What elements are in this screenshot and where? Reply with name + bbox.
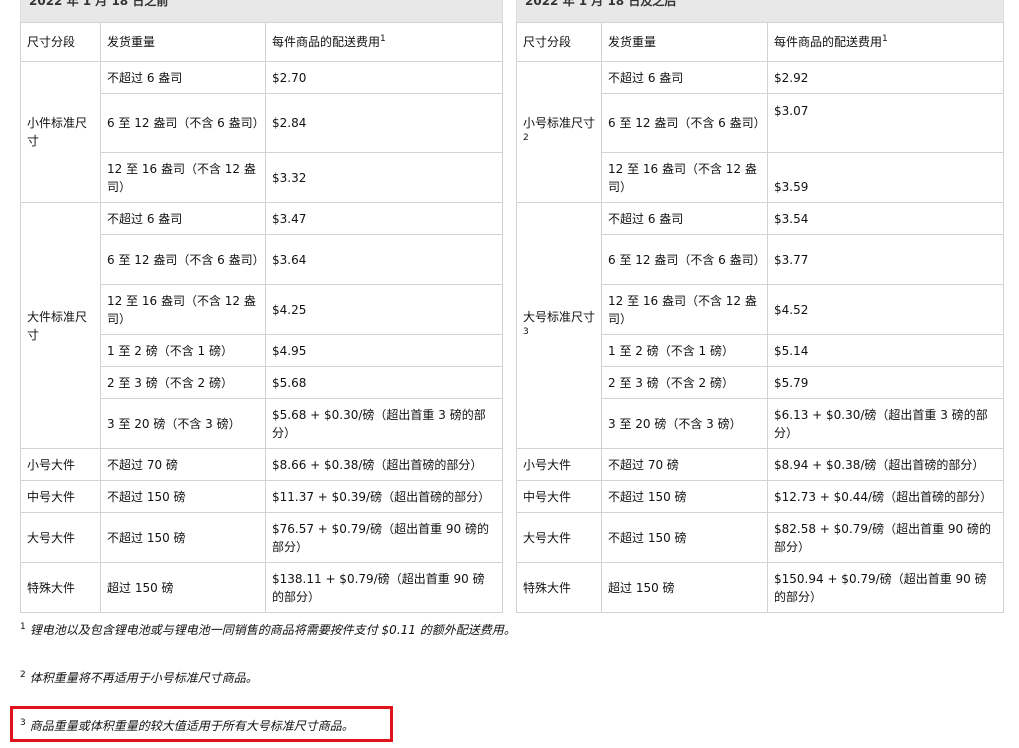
panel-title: 2022 年 1 月 18 日之前 <box>20 0 503 22</box>
tier-label: 小件标准尺寸 <box>20 61 101 203</box>
tier-label: 大件标准尺寸 <box>20 202 101 449</box>
fee-table: 尺寸分段 发货重量 每件商品的配送费用1 小号标准尺寸2 不超过 6 盎司 $2… <box>516 22 1004 613</box>
weight-cell: 不超过 6 盎司 <box>100 202 266 235</box>
fee-cell: $5.68 + $0.30/磅（超出首重 3 磅的部分） <box>265 398 503 449</box>
weight-cell: 12 至 16 盎司（不含 12 盎司） <box>100 284 266 335</box>
fee-cell: $138.11 + $0.79/磅（超出首重 90 磅的部分） <box>265 562 503 613</box>
tier-label: 小号大件 <box>20 448 101 481</box>
table-row: 中号大件 不超过 150 磅 $12.73 + $0.44/磅（超出首磅的部分） <box>516 480 1004 513</box>
header-weight: 发货重量 <box>100 22 266 62</box>
weight-cell: 12 至 16 盎司（不含 12 盎司） <box>100 152 266 203</box>
fee-cell: $2.92 <box>767 61 1004 94</box>
weight-cell: 2 至 3 磅（不含 2 磅） <box>601 366 768 399</box>
fee-cell: $3.32 <box>265 152 503 203</box>
weight-cell: 不超过 150 磅 <box>100 480 266 513</box>
fee-cell: $3.59 <box>767 152 1004 203</box>
fee-cell: $150.94 + $0.79/磅（超出首重 90 磅的部分） <box>767 562 1004 613</box>
table-row: 特殊大件 超过 150 磅 $138.11 + $0.79/磅（超出首重 90 … <box>20 562 503 613</box>
highlight-box <box>10 706 393 742</box>
tier-label: 特殊大件 <box>20 562 101 613</box>
weight-cell: 不超过 6 盎司 <box>601 61 768 94</box>
table-row: 小件标准尺寸 不超过 6 盎司 $2.70 <box>20 61 503 203</box>
fee-cell: $3.54 <box>767 202 1004 235</box>
fee-cell: $3.77 <box>767 234 1004 285</box>
weight-cell: 不超过 6 盎司 <box>601 202 768 235</box>
table-row: 大件标准尺寸 不超过 6 盎司 $3.47 <box>20 202 503 449</box>
tier-label: 小号标准尺寸2 <box>516 61 602 203</box>
weight-cell: 不超过 150 磅 <box>601 512 768 563</box>
fee-cell: $5.79 <box>767 366 1004 399</box>
fee-cell: $12.73 + $0.44/磅（超出首磅的部分） <box>767 480 1004 513</box>
tier-label: 小号大件 <box>516 448 602 481</box>
weight-cell: 3 至 20 磅（不含 3 磅） <box>100 398 266 449</box>
weight-cell: 1 至 2 磅（不含 1 磅） <box>100 334 266 367</box>
weight-cell: 不超过 6 盎司 <box>100 61 266 94</box>
footnote-1: 1 锂电池以及包含锂电池或与锂电池一同销售的商品将需要按件支付 $0.11 的额外… <box>20 622 516 638</box>
weight-cell: 12 至 16 盎司（不含 12 盎司） <box>601 284 768 335</box>
table-row: 小号大件 不超过 70 磅 $8.94 + $0.38/磅（超出首磅的部分） <box>516 448 1004 481</box>
fee-cell: $3.64 <box>265 234 503 285</box>
panel-title: 2022 年 1 月 18 日及之后 <box>516 0 1004 22</box>
weight-cell: 不超过 150 磅 <box>100 512 266 563</box>
weight-cell: 2 至 3 磅（不含 2 磅） <box>100 366 266 399</box>
footnote-2: 2 体积重量将不再适用于小号标准尺寸商品。 <box>20 670 258 686</box>
weight-cell: 12 至 16 盎司（不含 12 盎司） <box>601 152 768 203</box>
fee-cell: $4.52 <box>767 284 1004 335</box>
fee-cell: $11.37 + $0.39/磅（超出首磅的部分） <box>265 480 503 513</box>
weight-cell: 超过 150 磅 <box>601 562 768 613</box>
table-row: 小号大件 不超过 70 磅 $8.66 + $0.38/磅（超出首磅的部分） <box>20 448 503 481</box>
table-row: 大号大件 不超过 150 磅 $76.57 + $0.79/磅（超出首重 90 … <box>20 512 503 563</box>
tier-label: 大号标准尺寸3 <box>516 202 602 449</box>
header-fee: 每件商品的配送费用1 <box>767 22 1004 62</box>
fee-table-after: 2022 年 1 月 18 日及之后 尺寸分段 发货重量 每件商品的配送费用1 … <box>516 0 1004 613</box>
table-row: 小号标准尺寸2 不超过 6 盎司 $2.92 <box>516 61 1004 203</box>
weight-cell: 超过 150 磅 <box>100 562 266 613</box>
weight-cell: 6 至 12 盎司（不含 6 盎司） <box>100 234 266 285</box>
header-fee: 每件商品的配送费用1 <box>265 22 503 62</box>
fee-cell: $5.14 <box>767 334 1004 367</box>
weight-cell: 不超过 70 磅 <box>100 448 266 481</box>
fee-table: 尺寸分段 发货重量 每件商品的配送费用1 小件标准尺寸 不超过 6 盎司 $2.… <box>20 22 503 613</box>
fee-cell: $8.94 + $0.38/磅（超出首磅的部分） <box>767 448 1004 481</box>
fee-cell: $8.66 + $0.38/磅（超出首磅的部分） <box>265 448 503 481</box>
table-row: 特殊大件 超过 150 磅 $150.94 + $0.79/磅（超出首重 90 … <box>516 562 1004 613</box>
tier-label: 中号大件 <box>516 480 602 513</box>
fee-cell: $2.70 <box>265 61 503 94</box>
tier-label: 大号大件 <box>20 512 101 563</box>
tier-label: 特殊大件 <box>516 562 602 613</box>
table-row: 中号大件 不超过 150 磅 $11.37 + $0.39/磅（超出首磅的部分） <box>20 480 503 513</box>
fee-cell: $5.68 <box>265 366 503 399</box>
table-row: 大号标准尺寸3 不超过 6 盎司 $3.54 <box>516 202 1004 449</box>
weight-cell: 不超过 150 磅 <box>601 480 768 513</box>
weight-cell: 1 至 2 磅（不含 1 磅） <box>601 334 768 367</box>
fee-cell: $4.95 <box>265 334 503 367</box>
header-size-tier: 尺寸分段 <box>20 22 101 62</box>
tier-label: 中号大件 <box>20 480 101 513</box>
fee-cell: $4.25 <box>265 284 503 335</box>
tier-label: 大号大件 <box>516 512 602 563</box>
weight-cell: 6 至 12 盎司（不含 6 盎司） <box>100 93 266 153</box>
header-weight: 发货重量 <box>601 22 768 62</box>
table-header-row: 尺寸分段 发货重量 每件商品的配送费用1 <box>20 22 503 62</box>
table-row: 大号大件 不超过 150 磅 $82.58 + $0.79/磅（超出首重 90 … <box>516 512 1004 563</box>
fee-table-before: 2022 年 1 月 18 日之前 尺寸分段 发货重量 每件商品的配送费用1 小… <box>20 0 503 613</box>
table-header-row: 尺寸分段 发货重量 每件商品的配送费用1 <box>516 22 1004 62</box>
weight-cell: 不超过 70 磅 <box>601 448 768 481</box>
fee-cell: $3.47 <box>265 202 503 235</box>
fee-cell: $6.13 + $0.30/磅（超出首重 3 磅的部分） <box>767 398 1004 449</box>
fee-cell: $3.07 <box>767 93 1004 153</box>
fee-cell: $82.58 + $0.79/磅（超出首重 90 磅的部分） <box>767 512 1004 563</box>
header-size-tier: 尺寸分段 <box>516 22 602 62</box>
weight-cell: 6 至 12 盎司（不含 6 盎司） <box>601 93 768 153</box>
weight-cell: 6 至 12 盎司（不含 6 盎司） <box>601 234 768 285</box>
fee-cell: $76.57 + $0.79/磅（超出首重 90 磅的部分） <box>265 512 503 563</box>
fee-cell: $2.84 <box>265 93 503 153</box>
weight-cell: 3 至 20 磅（不含 3 磅） <box>601 398 768 449</box>
